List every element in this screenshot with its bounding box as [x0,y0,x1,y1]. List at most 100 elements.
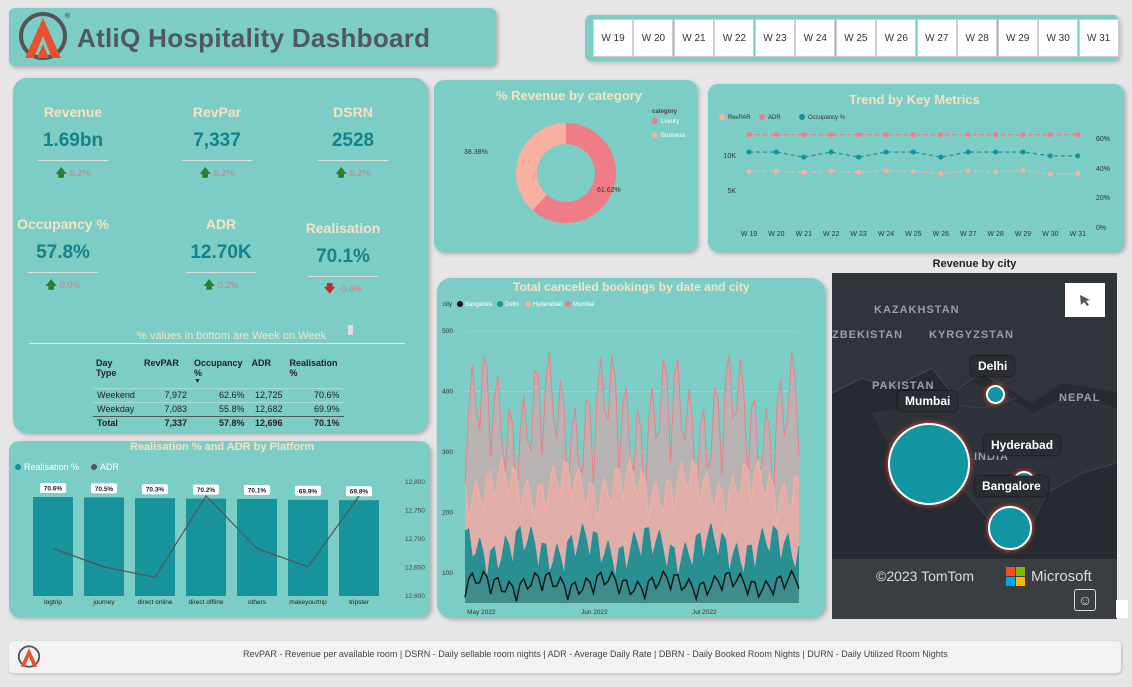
donut-slice-business[interactable] [516,123,566,211]
data-point[interactable] [1020,168,1026,174]
table-header-cell[interactable]: ADR [249,358,287,388]
x-tick-label: W 25 [905,231,921,238]
table-header-cell[interactable]: Day Type [93,358,141,388]
x-tick-label: W 26 [933,231,949,238]
week-button-29[interactable]: W 29 [997,19,1038,57]
platform-bar[interactable] [237,499,277,596]
feedback-smiley-icon[interactable]: ☺ [1074,589,1096,611]
week-button-22[interactable]: W 22 [714,19,755,57]
week-button-27[interactable]: W 27 [916,19,957,57]
dashboard-header: ® AtliQ Hospitality Dashboard [9,8,496,66]
cursor-tool-button[interactable] [1065,283,1105,317]
x-tick-label: W 28 [987,231,1003,238]
data-point[interactable] [1075,170,1081,176]
data-point[interactable] [883,149,889,155]
revenue-map[interactable]: KAZAKHSTAN ZBEKISTAN KYRGYZSTAN PAKISTAN NEP… [832,273,1117,619]
data-point[interactable] [938,132,944,138]
data-point[interactable] [773,149,779,155]
data-point[interactable] [801,154,807,160]
week-on-week-note: % values in bottom are Week on Week [137,330,327,342]
data-point[interactable] [938,170,944,176]
data-point[interactable] [883,132,889,138]
week-button-31[interactable]: W 31 [1078,19,1119,57]
legend-marker [799,114,805,120]
legend-title: city [443,302,452,308]
data-point[interactable] [828,132,834,138]
footer-definitions: RevPAR - Revenue per available room | DS… [243,649,948,659]
svg-text:®: ® [65,12,71,20]
data-point[interactable] [856,154,862,160]
x-tick-label: W 23 [850,231,866,238]
data-point[interactable] [993,149,999,155]
y-tick-label: 300 [442,449,453,456]
data-point[interactable] [801,132,807,138]
data-point[interactable] [1020,149,1026,155]
legend-marker [652,132,658,138]
kpi-card: Realisation 70.1% 🡇 -0.0% [278,220,408,299]
data-point[interactable] [910,168,916,174]
x-tick-label: tripster [349,599,370,606]
week-button-30[interactable]: W 30 [1038,19,1079,57]
platform-bar[interactable] [33,497,73,596]
data-point[interactable] [965,149,971,155]
x-tick-label: W 19 [741,231,757,238]
week-button-21[interactable]: W 21 [673,19,714,57]
week-button-28[interactable]: W 28 [957,19,998,57]
data-point[interactable] [828,149,834,155]
data-point[interactable] [883,168,889,174]
week-button-19[interactable]: W 19 [593,19,633,57]
table-cell: 12,682 [248,401,287,416]
week-button-23[interactable]: W 23 [754,19,795,57]
data-point[interactable] [1047,132,1053,138]
platform-bar[interactable] [84,497,124,596]
data-point[interactable] [746,132,752,138]
kpi-value: 7,337 [193,130,241,151]
data-point[interactable] [910,132,916,138]
week-button-20[interactable]: W 20 [633,19,674,57]
data-point[interactable] [993,132,999,138]
data-point[interactable] [993,169,999,175]
legend-label: Realisation % [24,462,79,472]
week-button-25[interactable]: W 25 [835,19,876,57]
table-header-cell[interactable]: Realisation % [287,358,344,388]
data-point[interactable] [965,132,971,138]
x-tick-label: others [248,599,267,606]
x-tick-label: W 31 [1070,231,1086,238]
week-button-26[interactable]: W 26 [876,19,917,57]
data-point[interactable] [801,169,807,175]
table-cell: 70.1% [286,415,344,430]
data-point[interactable] [828,168,834,174]
city-bubble-mumbai[interactable] [888,423,970,505]
data-point[interactable] [1020,132,1026,138]
city-bubble-delhi[interactable] [985,384,1005,404]
x-tick-label: journey [92,599,115,606]
data-point[interactable] [1047,171,1053,177]
data-point[interactable] [1047,153,1053,159]
table-header-cell[interactable]: RevPAR [141,358,191,388]
data-point[interactable] [1075,132,1081,138]
x-tick-label: direct offline [189,599,224,606]
day-type-table: Day Type RevPAR Occupancy % ▼ ADR Realisation… [93,358,344,430]
data-point[interactable] [938,154,944,160]
bar-value-label: 70.6% [44,486,63,493]
data-point[interactable] [856,132,862,138]
data-point[interactable] [1075,153,1081,159]
data-point[interactable] [910,149,916,155]
y2-tick-label: 12,650 [405,565,425,572]
note-marker [348,325,353,335]
data-point[interactable] [773,132,779,138]
legend-label: Luxury [661,119,679,125]
x-tick-label: W 20 [768,231,784,238]
week-button-24[interactable]: W 24 [795,19,836,57]
data-point[interactable] [965,168,971,174]
platform-bar[interactable] [135,498,175,596]
data-point[interactable] [773,168,779,174]
table-total-row: Total 7,337 57.8% 12,696 70.1% [93,415,344,430]
scroll-handle[interactable] [1116,600,1128,618]
city-bubble-bangalore[interactable] [988,506,1032,550]
data-point[interactable] [746,149,752,155]
data-point[interactable] [856,169,862,175]
platform-bar[interactable] [186,498,226,596]
data-point[interactable] [746,168,752,174]
table-header-cell[interactable]: Occupancy % ▼ [191,358,249,388]
